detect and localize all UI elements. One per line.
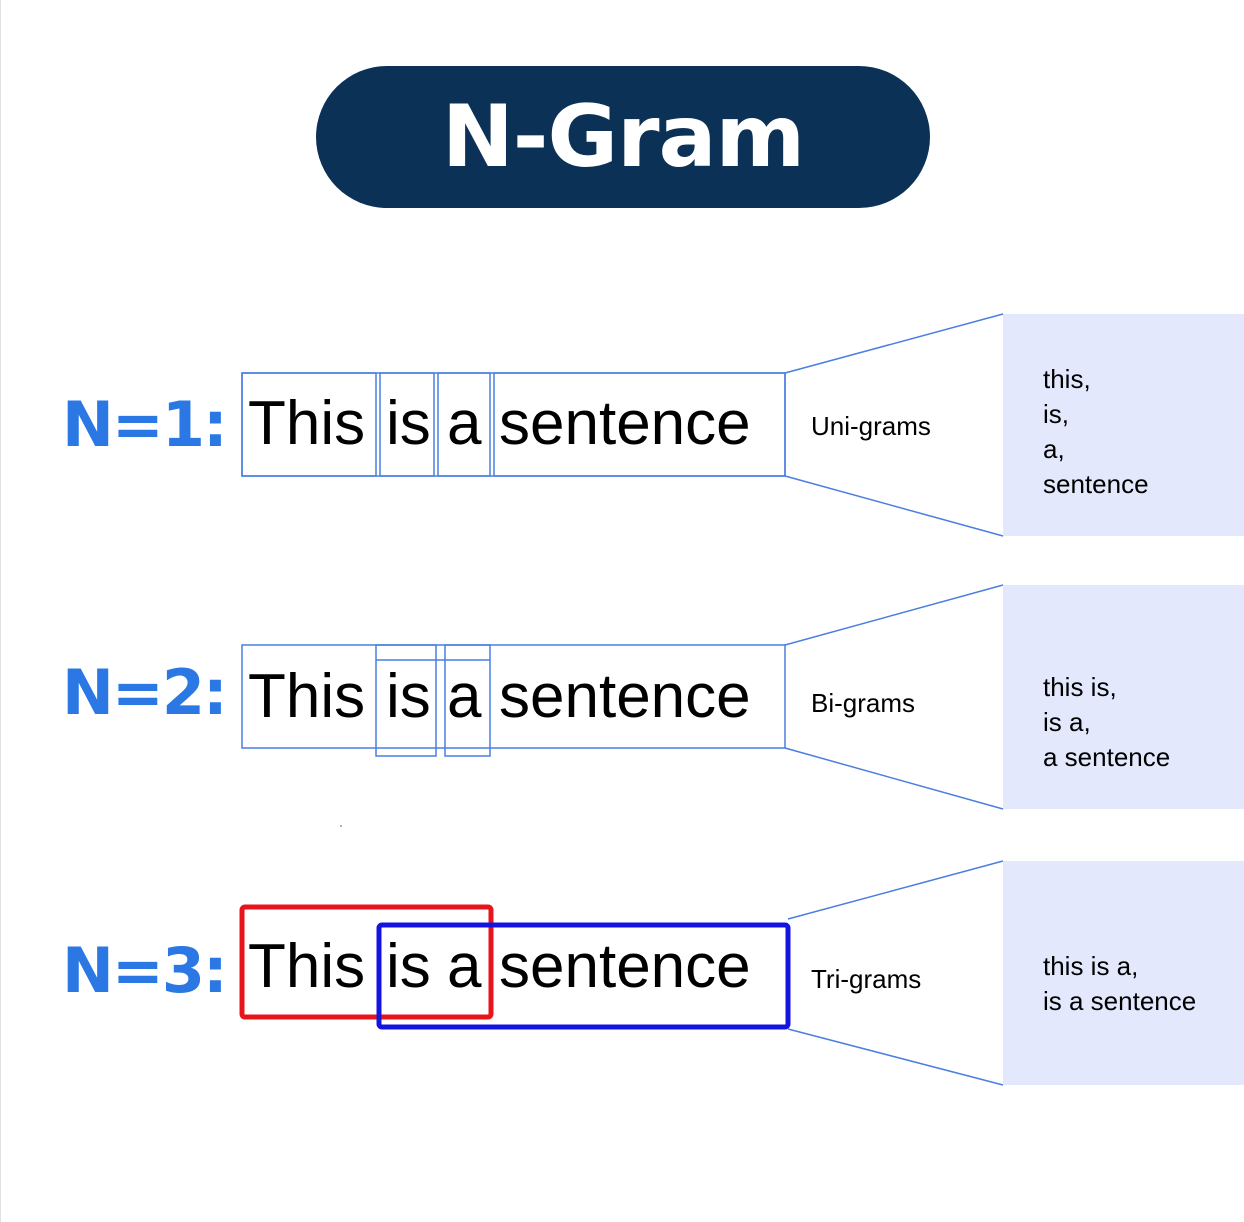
bigram-box-a	[444, 644, 491, 757]
connector-line	[787, 860, 1004, 920]
connector-line	[784, 313, 1004, 374]
stray-dot	[340, 825, 342, 827]
sentence-box-row2	[241, 644, 786, 749]
bigram-box-is	[375, 644, 437, 757]
connector-line	[784, 747, 1004, 810]
sentence-box-row1	[241, 372, 786, 477]
trigram-box-is-a-sentence	[376, 922, 791, 1030]
connector-line	[784, 584, 1004, 646]
ngram-boxes-overlay	[239, 313, 1004, 1086]
unigram-box-a	[437, 372, 491, 477]
connector-line	[787, 1028, 1004, 1086]
connector-line	[784, 475, 1004, 537]
unigram-box-sentence	[493, 372, 786, 477]
unigram-box-is	[379, 372, 435, 477]
unigram-box-this	[241, 372, 377, 477]
